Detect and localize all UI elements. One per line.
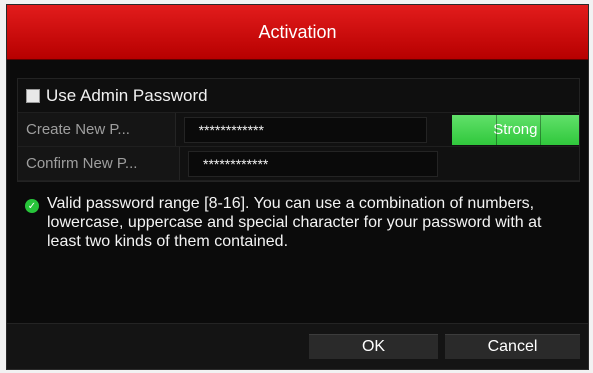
- confirm-password-row: Confirm New P... ************: [18, 147, 579, 181]
- admin-password-checkbox[interactable]: [26, 88, 40, 103]
- ok-button[interactable]: OK: [309, 334, 438, 359]
- dialog-title: Activation: [258, 21, 337, 42]
- create-password-label: Create New P...: [18, 113, 176, 146]
- check-circle-icon: ✓: [25, 199, 39, 213]
- admin-password-row[interactable]: Use Admin Password: [18, 79, 579, 113]
- create-password-input[interactable]: ************: [183, 116, 427, 143]
- password-form: Use Admin Password Create New P... *****…: [17, 78, 580, 182]
- confirm-password-label: Confirm New P...: [18, 147, 180, 180]
- password-strength-indicator: Strong: [451, 114, 579, 145]
- dialog-content: Use Admin Password Create New P... *****…: [7, 60, 588, 251]
- confirm-password-input[interactable]: ************: [188, 150, 438, 177]
- title-bar: Activation: [7, 5, 588, 60]
- password-rule-text: Valid password range [8-16]. You can use…: [47, 195, 542, 250]
- password-info: ✓ Valid password range [8-16]. You can u…: [17, 182, 577, 251]
- activation-dialog: Activation Use Admin Password Create New…: [6, 4, 589, 370]
- admin-password-label: Use Admin Password: [46, 85, 208, 105]
- create-password-row: Create New P... ************ Strong: [18, 113, 579, 147]
- cancel-button[interactable]: Cancel: [445, 334, 580, 359]
- dialog-footer: OK Cancel: [7, 323, 588, 369]
